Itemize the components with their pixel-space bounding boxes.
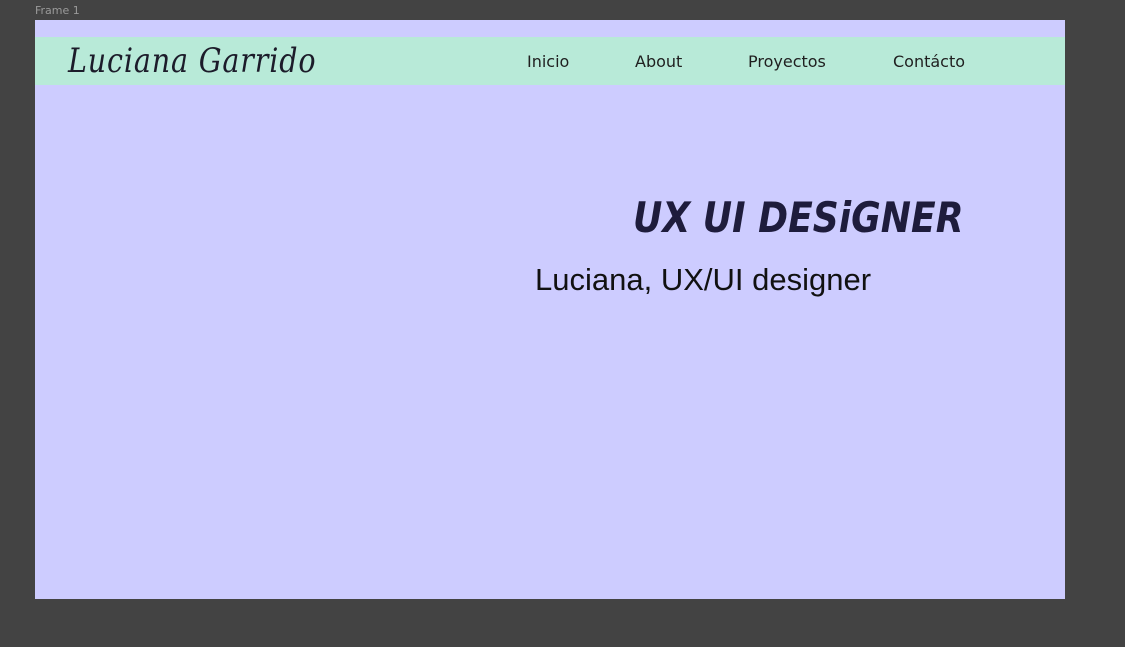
hero-subtitle: Luciana, UX/UI designer: [535, 262, 872, 297]
nav-item-inicio[interactable]: Inicio: [527, 52, 569, 72]
frame-1[interactable]: Luciana Garrido Inicio About Proyectos C…: [35, 20, 1065, 599]
nav-item-proyectos[interactable]: Proyectos: [748, 52, 826, 72]
nav-item-about[interactable]: About: [635, 52, 682, 72]
frame-label[interactable]: Frame 1: [35, 4, 80, 18]
hero-title: UX UI DESiGNER: [633, 193, 964, 242]
nav-item-contacto[interactable]: Contácto: [893, 52, 965, 72]
logo-text: Luciana Garrido: [68, 41, 317, 81]
navbar: Luciana Garrido Inicio About Proyectos C…: [35, 37, 1065, 85]
design-canvas: Frame 1 Luciana Garrido Inicio About Pro…: [0, 0, 1125, 647]
